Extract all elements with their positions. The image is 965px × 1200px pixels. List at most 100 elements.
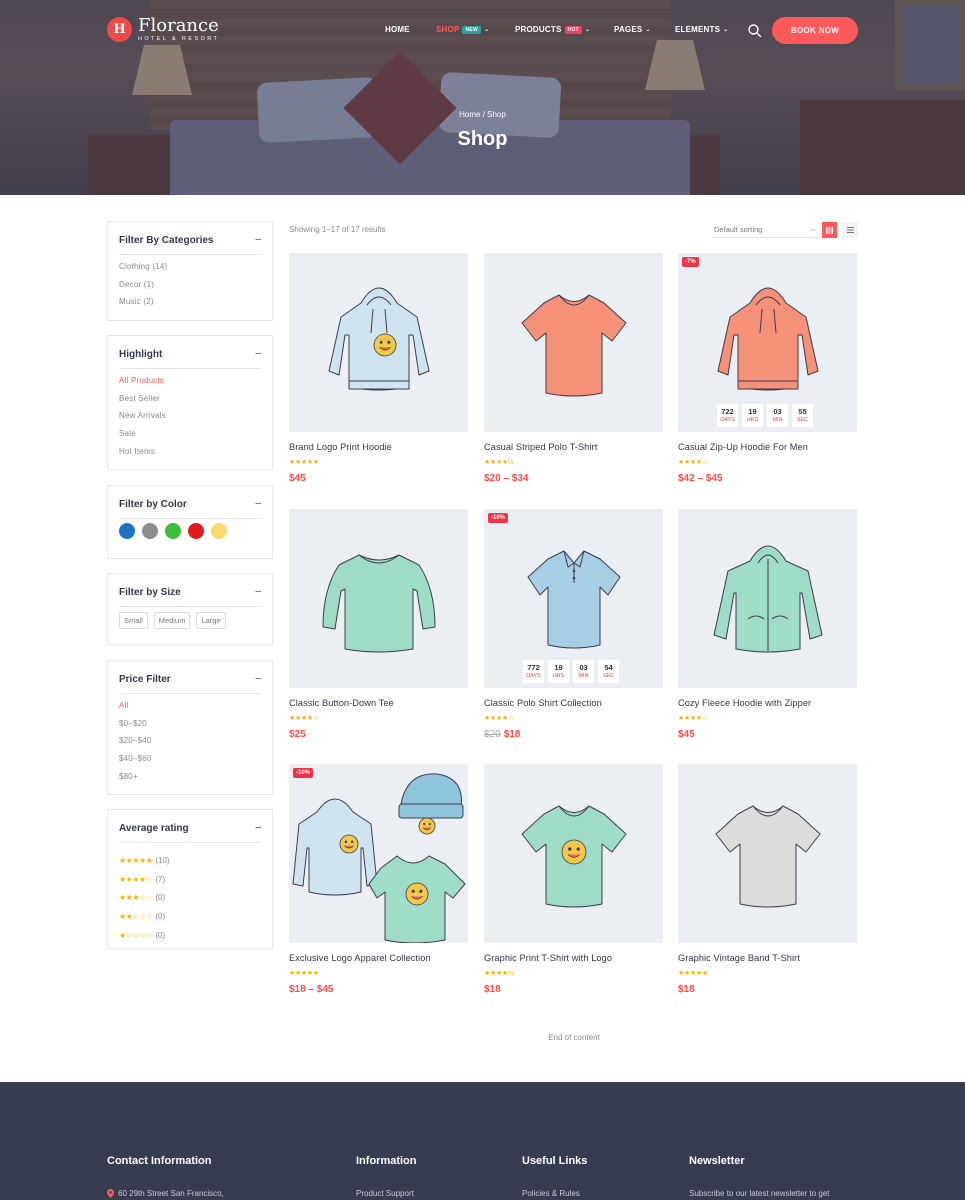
grid-view-icon (826, 226, 833, 234)
product-card[interactable]: Casual Striped Polo T-Shirt ★★★★½ $20 – … (484, 253, 663, 484)
size-option-large[interactable]: Large (196, 612, 226, 629)
rating-option[interactable]: ★☆☆☆☆ (0) (119, 926, 170, 945)
product-current-price: $45 (678, 729, 695, 740)
nav-pages[interactable]: PAGES ⌄ (614, 25, 651, 34)
star-rating-icon: ★★★★☆ (119, 874, 153, 884)
footer-link[interactable]: Product Support (356, 1189, 414, 1198)
rating-option[interactable]: ★★★★☆ (7) (119, 870, 170, 889)
price-option[interactable]: $40–$60 (119, 754, 152, 772)
rating-count: (7) (155, 874, 166, 884)
collapse-toggle-icon[interactable]: – (255, 349, 261, 368)
highlight-item-new-arrivals[interactable]: New Arrivals (119, 411, 166, 429)
product-title[interactable]: Exclusive Logo Apparel Collection (289, 953, 431, 963)
nav-products[interactable]: PRODUCTS HOT ⌄ (515, 25, 590, 34)
highlight-item-hot-items[interactable]: Hot Items (119, 447, 166, 465)
product-card[interactable]: -10% 772 DAYS 19 HRS 03 MIN 54 SEC Class… (484, 509, 663, 740)
product-illustration (713, 545, 823, 653)
product-image[interactable] (484, 764, 663, 943)
search-button[interactable] (747, 23, 762, 38)
product-title[interactable]: Cozy Fleece Hoodie with Zipper (678, 698, 811, 708)
product-card[interactable]: Graphic Print T-Shirt with Logo ★★★★½ $1… (484, 764, 663, 995)
product-current-price: $20 – $34 (484, 473, 529, 484)
product-card[interactable]: Classic Button-Down Tee ★★★★☆ $25 (289, 509, 468, 740)
countdown-label: HRS (552, 673, 565, 679)
color-swatch-red[interactable] (188, 523, 204, 539)
product-image[interactable] (678, 764, 857, 943)
rating-option[interactable]: ★★★☆☆ (0) (119, 889, 170, 908)
product-image[interactable]: -10% (289, 764, 468, 943)
product-image[interactable]: -10% 772 DAYS 19 HRS 03 MIN 54 SEC (484, 509, 663, 688)
highlight-item-all-products[interactable]: All Products (119, 376, 166, 394)
site-logo[interactable]: H Florance HOTEL & RESORT (107, 17, 219, 43)
location-pin-icon (107, 1189, 114, 1198)
product-title[interactable]: Brand Logo Print Hoodie (289, 442, 392, 452)
footer-address-text: 60 29th Street San Francisco, (118, 1189, 224, 1198)
smiley-logo-icon (405, 882, 429, 906)
product-title[interactable]: Classic Polo Shirt Collection (484, 698, 602, 708)
sale-countdown: 722 DAYS 19 HRS 03 MIN 55 SEC (717, 404, 813, 427)
product-card[interactable]: Cozy Fleece Hoodie with Zipper ★★★★☆ $45 (678, 509, 857, 740)
countdown-box: 772 DAYS (523, 660, 544, 683)
highlight-list: All Products Best Seller New Arrivals Sa… (119, 376, 166, 464)
price-option[interactable]: $80+ (119, 772, 152, 790)
star-rating-icon: ★★★★½ (484, 970, 514, 977)
grid-view-button[interactable] (822, 222, 837, 238)
product-card[interactable]: Graphic Vintage Band T-Shirt ★★★★★ $18 (678, 764, 857, 995)
highlight-item-sale[interactable]: Sale (119, 429, 166, 447)
collapse-toggle-icon[interactable]: – (255, 823, 261, 842)
product-current-price: $25 (289, 729, 306, 740)
product-card[interactable]: -7% 722 DAYS 19 HRS 03 MIN 55 SEC Casual… (678, 253, 857, 484)
list-view-button[interactable] (842, 222, 858, 238)
product-image[interactable] (289, 253, 468, 432)
nav-shop[interactable]: SHOP NEW ⌄ (436, 25, 489, 34)
color-swatch-blue[interactable] (119, 523, 135, 539)
countdown-label: DAYS (720, 417, 735, 423)
collapse-toggle-icon[interactable]: – (255, 587, 261, 606)
highlight-item-best-seller[interactable]: Best Seller (119, 394, 166, 412)
product-title[interactable]: Casual Zip-Up Hoodie For Men (678, 442, 808, 452)
product-title[interactable]: Graphic Vintage Band T-Shirt (678, 953, 800, 963)
product-title[interactable]: Casual Striped Polo T-Shirt (484, 442, 597, 452)
widget-header: Filter by Color – (119, 499, 261, 519)
nav-home[interactable]: HOME (385, 25, 410, 34)
category-item[interactable]: Clothing (14) (119, 262, 167, 280)
shop-page: H Florance HOTEL & RESORT HOME SHOP NEW … (0, 0, 965, 1200)
product-card[interactable]: Brand Logo Print Hoodie ★★★★★ $45 (289, 253, 468, 484)
product-title[interactable]: Graphic Print T-Shirt with Logo (484, 953, 612, 963)
price-option[interactable]: $20–$40 (119, 736, 152, 754)
category-item[interactable]: Decor (1) (119, 280, 167, 298)
nav-elements[interactable]: ELEMENTS ⌄ (675, 25, 728, 34)
product-title[interactable]: Classic Button-Down Tee (289, 698, 394, 708)
product-card[interactable]: -10% Exclusive Logo Apparel Collection ★… (289, 764, 468, 995)
color-swatch-yellow[interactable] (211, 523, 227, 539)
widget-highlight: Highlight – All Products Best Seller New… (107, 335, 273, 470)
color-swatch-gray[interactable] (142, 523, 158, 539)
product-image[interactable] (484, 253, 663, 432)
collapse-toggle-icon[interactable]: – (255, 674, 261, 693)
widget-title: Price Filter (119, 674, 171, 685)
search-icon (748, 24, 762, 38)
product-image[interactable] (678, 509, 857, 688)
collapse-toggle-icon[interactable]: – (255, 235, 261, 254)
rating-option[interactable]: ★★★★★ (10) (119, 851, 170, 870)
book-now-button[interactable]: BOOK NOW (772, 17, 858, 44)
logo-tagline: HOTEL & RESORT (138, 36, 220, 42)
color-swatch-green[interactable] (165, 523, 181, 539)
size-option-small[interactable]: Small (119, 612, 148, 629)
size-option-medium[interactable]: Medium (153, 612, 191, 629)
price-option[interactable]: $0–$20 (119, 719, 152, 737)
breadcrumb[interactable]: Home / Shop (0, 110, 965, 119)
price-option[interactable]: All (119, 701, 152, 719)
collapse-toggle-icon[interactable]: – (255, 499, 261, 518)
product-current-price: $42 – $45 (678, 473, 723, 484)
countdown-box: 03 MIN (573, 660, 594, 683)
product-illustration (715, 805, 821, 908)
product-image[interactable] (289, 509, 468, 688)
widget-categories: Filter By Categories – Clothing (14) Dec… (107, 221, 273, 321)
widget-color: Filter by Color – (107, 485, 273, 559)
category-item[interactable]: Music (2) (119, 297, 167, 315)
rating-option[interactable]: ★★☆☆☆ (0) (119, 907, 170, 926)
sort-select[interactable]: Default sorting ⌄ (712, 222, 818, 238)
footer-link[interactable]: Policies & Rules (522, 1189, 580, 1198)
product-image[interactable]: -7% 722 DAYS 19 HRS 03 MIN 55 SEC (678, 253, 857, 432)
